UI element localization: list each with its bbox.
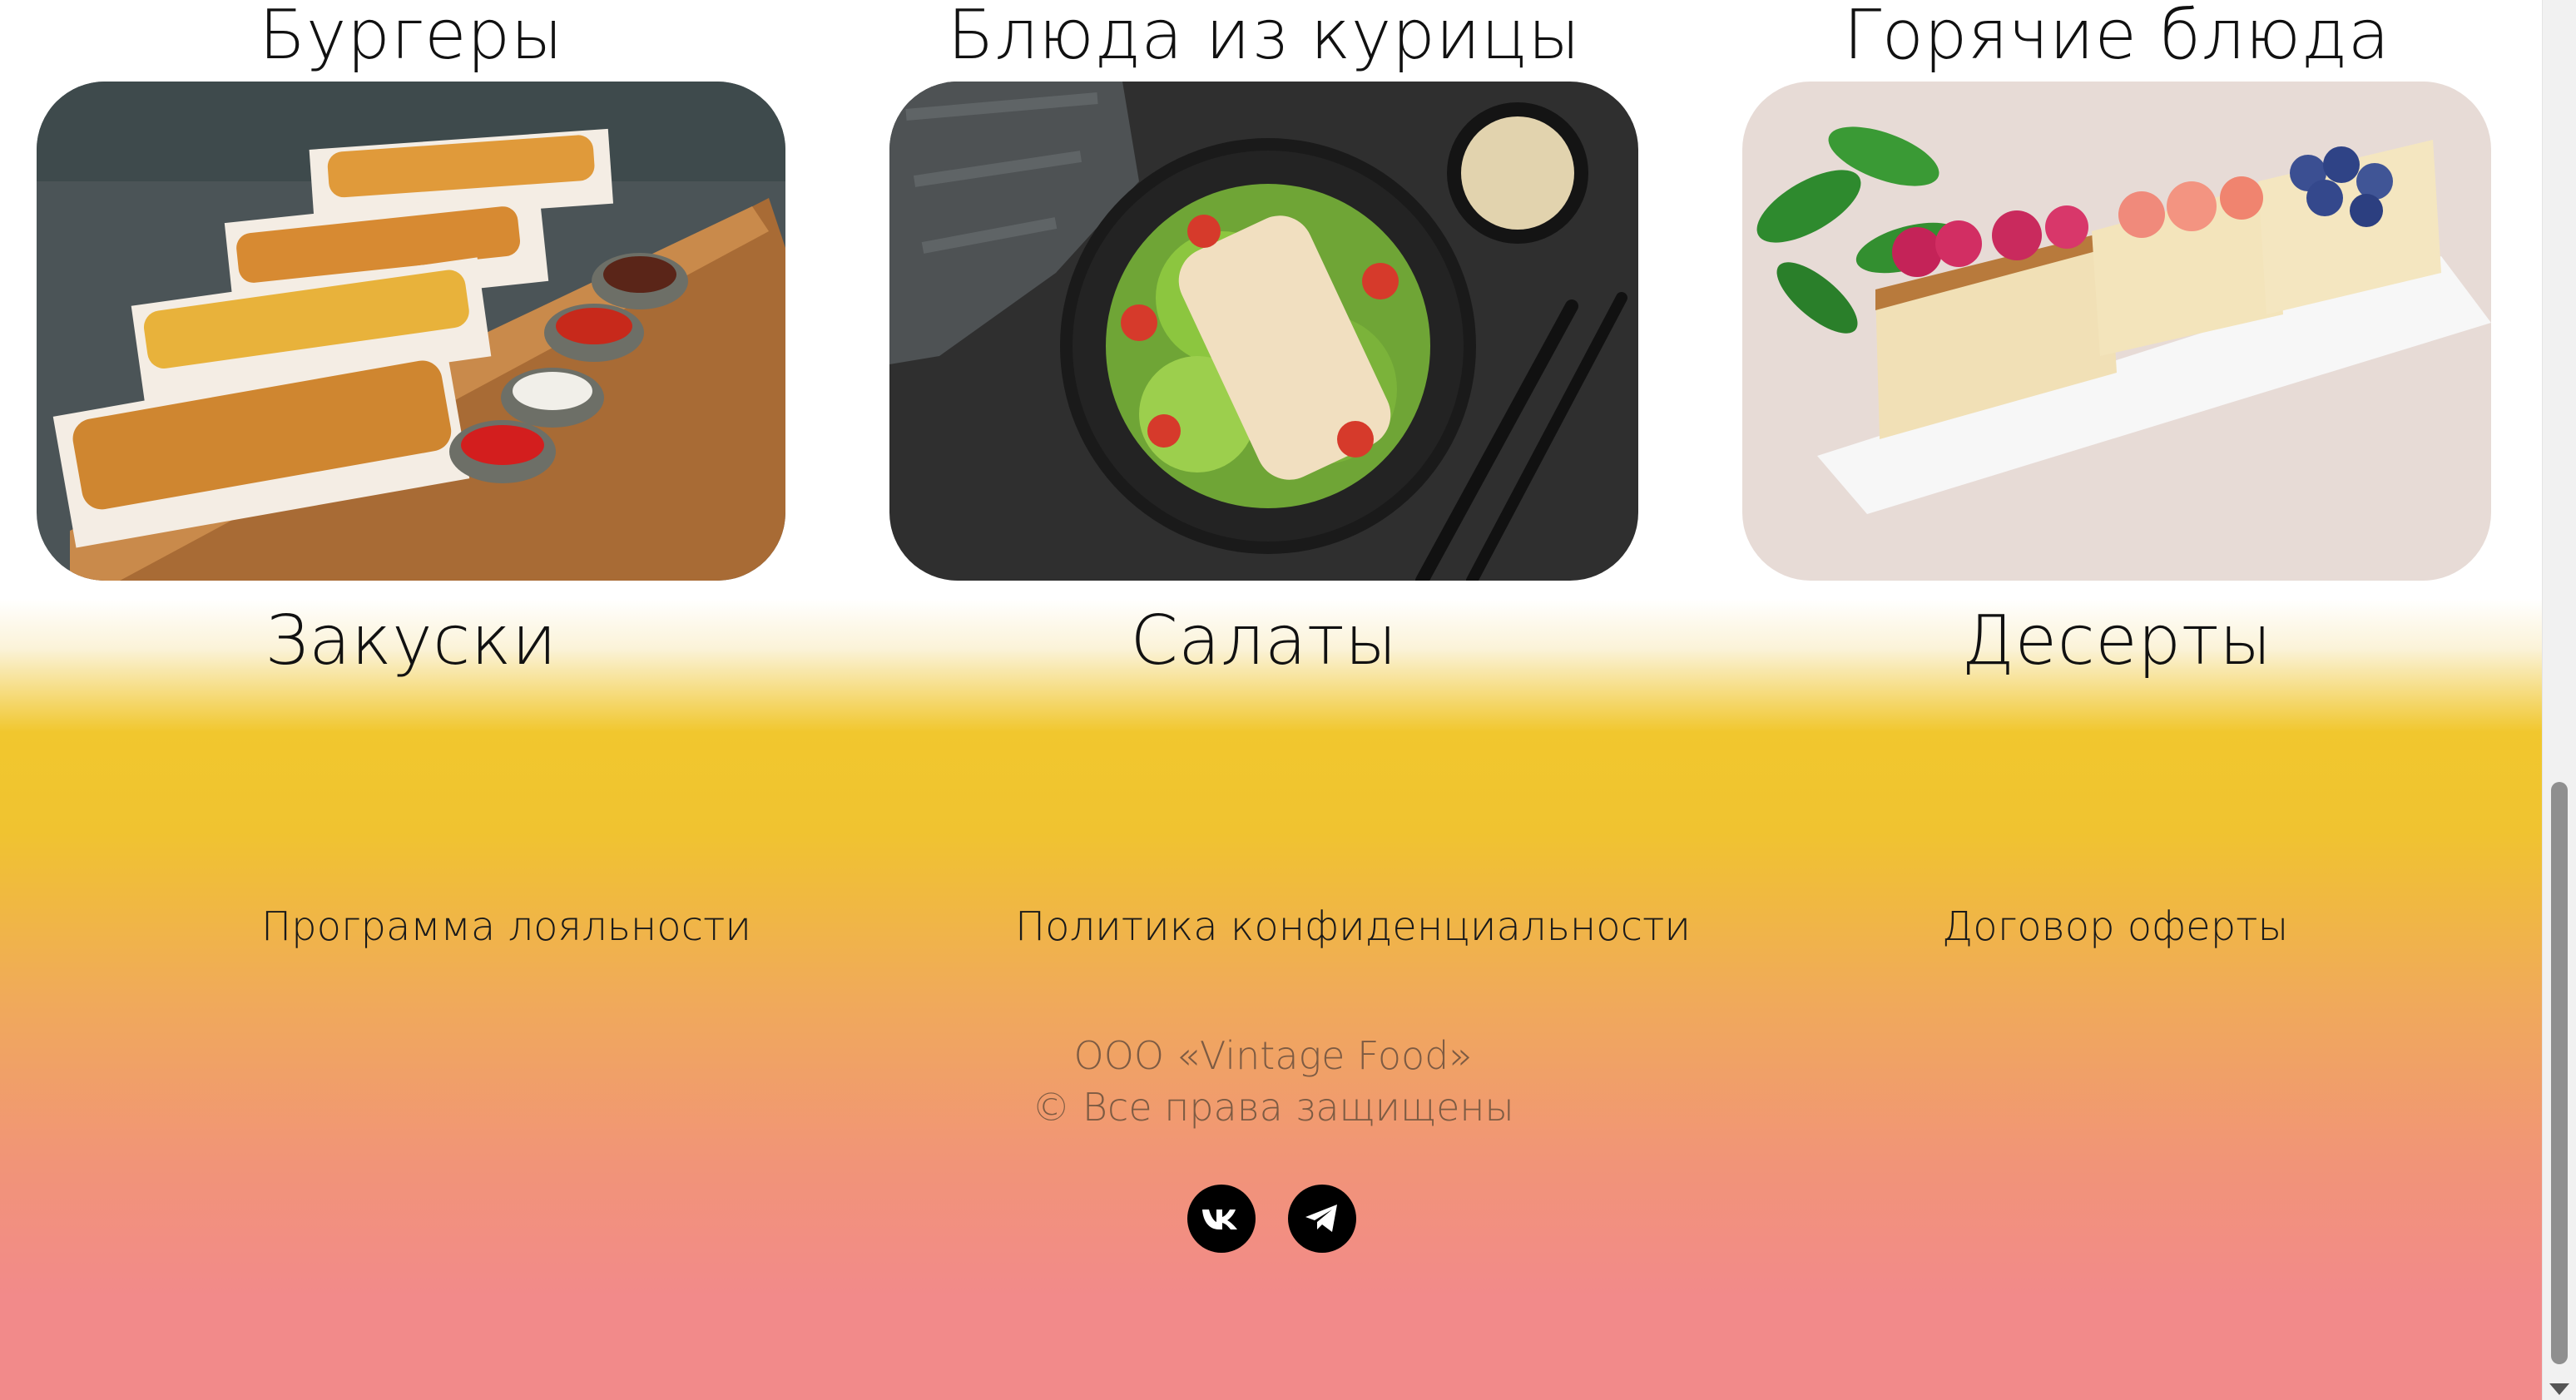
- vk-icon: [1202, 1210, 1237, 1229]
- category-title-burgers[interactable]: Бургеры: [37, 2, 785, 70]
- footer-link-privacy[interactable]: Политика конфиденциальности: [1015, 903, 1691, 950]
- dessert-image: [1742, 82, 2491, 581]
- salad-image: [889, 82, 1638, 581]
- category-title-snacks[interactable]: Закуски: [37, 607, 785, 675]
- category-title-chicken[interactable]: Блюда из курицы: [889, 2, 1638, 70]
- scroll-down-arrow-icon[interactable]: [2549, 1383, 2569, 1395]
- category-title-salads[interactable]: Салаты: [889, 607, 1638, 675]
- category-title-hot-dishes[interactable]: Горячие блюда: [1742, 2, 2491, 70]
- footer-link-loyalty[interactable]: Программа лояльности: [261, 903, 751, 950]
- scrollbar-thumb[interactable]: [2551, 782, 2568, 1364]
- vk-link[interactable]: [1187, 1185, 1256, 1253]
- company-name: ООО «Vintage Food»: [1073, 1033, 1473, 1078]
- category-card-salads[interactable]: [889, 82, 1638, 581]
- category-card-snacks[interactable]: [37, 82, 785, 581]
- page: Бургеры Блюда из курицы Горячие блюда За…: [0, 0, 2543, 1400]
- page-scrollbar[interactable]: [2542, 0, 2576, 1400]
- copyright: © Все права защищены: [1032, 1085, 1514, 1130]
- category-card-desserts[interactable]: [1742, 82, 2491, 581]
- category-title-desserts[interactable]: Десерты: [1742, 607, 2491, 675]
- footer-link-offer[interactable]: Договор оферты: [1942, 903, 2288, 950]
- telegram-link[interactable]: [1288, 1185, 1356, 1253]
- telegram-icon: [1305, 1205, 1337, 1232]
- snacks-image: [37, 82, 785, 581]
